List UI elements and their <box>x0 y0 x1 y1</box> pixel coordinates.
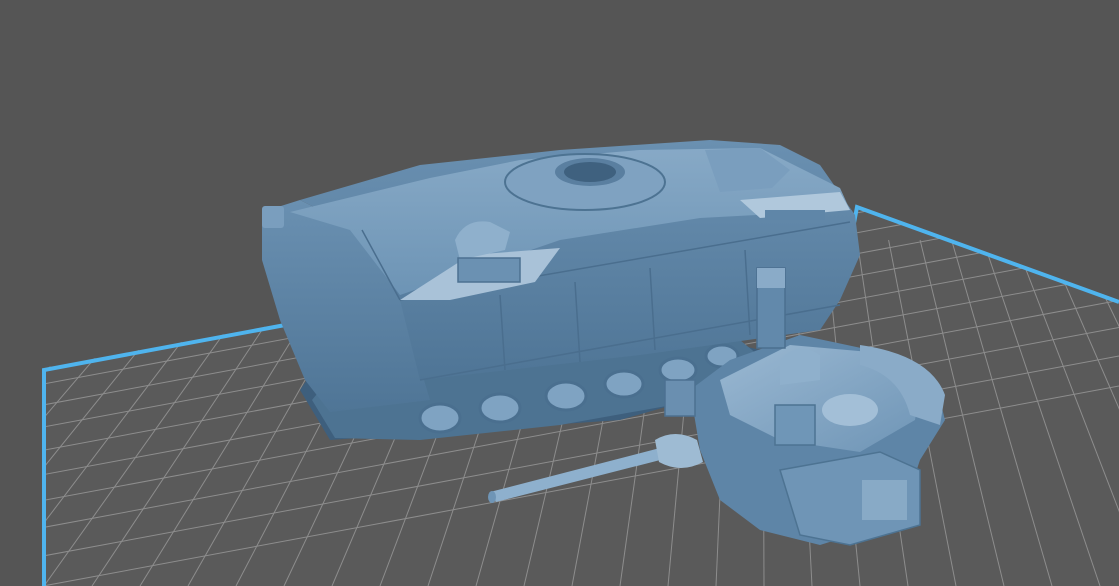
cannon-muzzle <box>488 491 496 503</box>
turret-block <box>774 404 816 446</box>
turret-side-panel <box>862 480 907 520</box>
turret-grille <box>664 379 696 417</box>
hull-hatch-block <box>457 257 521 283</box>
turret-hatch-dome <box>822 394 878 426</box>
grid-line <box>0 240 7 586</box>
3d-viewport[interactable] <box>0 0 1119 586</box>
grid-line <box>0 0 1119 173</box>
3d-scene[interactable] <box>0 0 1119 586</box>
hull-side-bar <box>765 210 825 220</box>
grid-line <box>0 240 38 586</box>
hull-end-cap <box>262 206 284 228</box>
turret-periscope-top <box>757 268 785 288</box>
turret-ring-hole <box>564 162 616 182</box>
